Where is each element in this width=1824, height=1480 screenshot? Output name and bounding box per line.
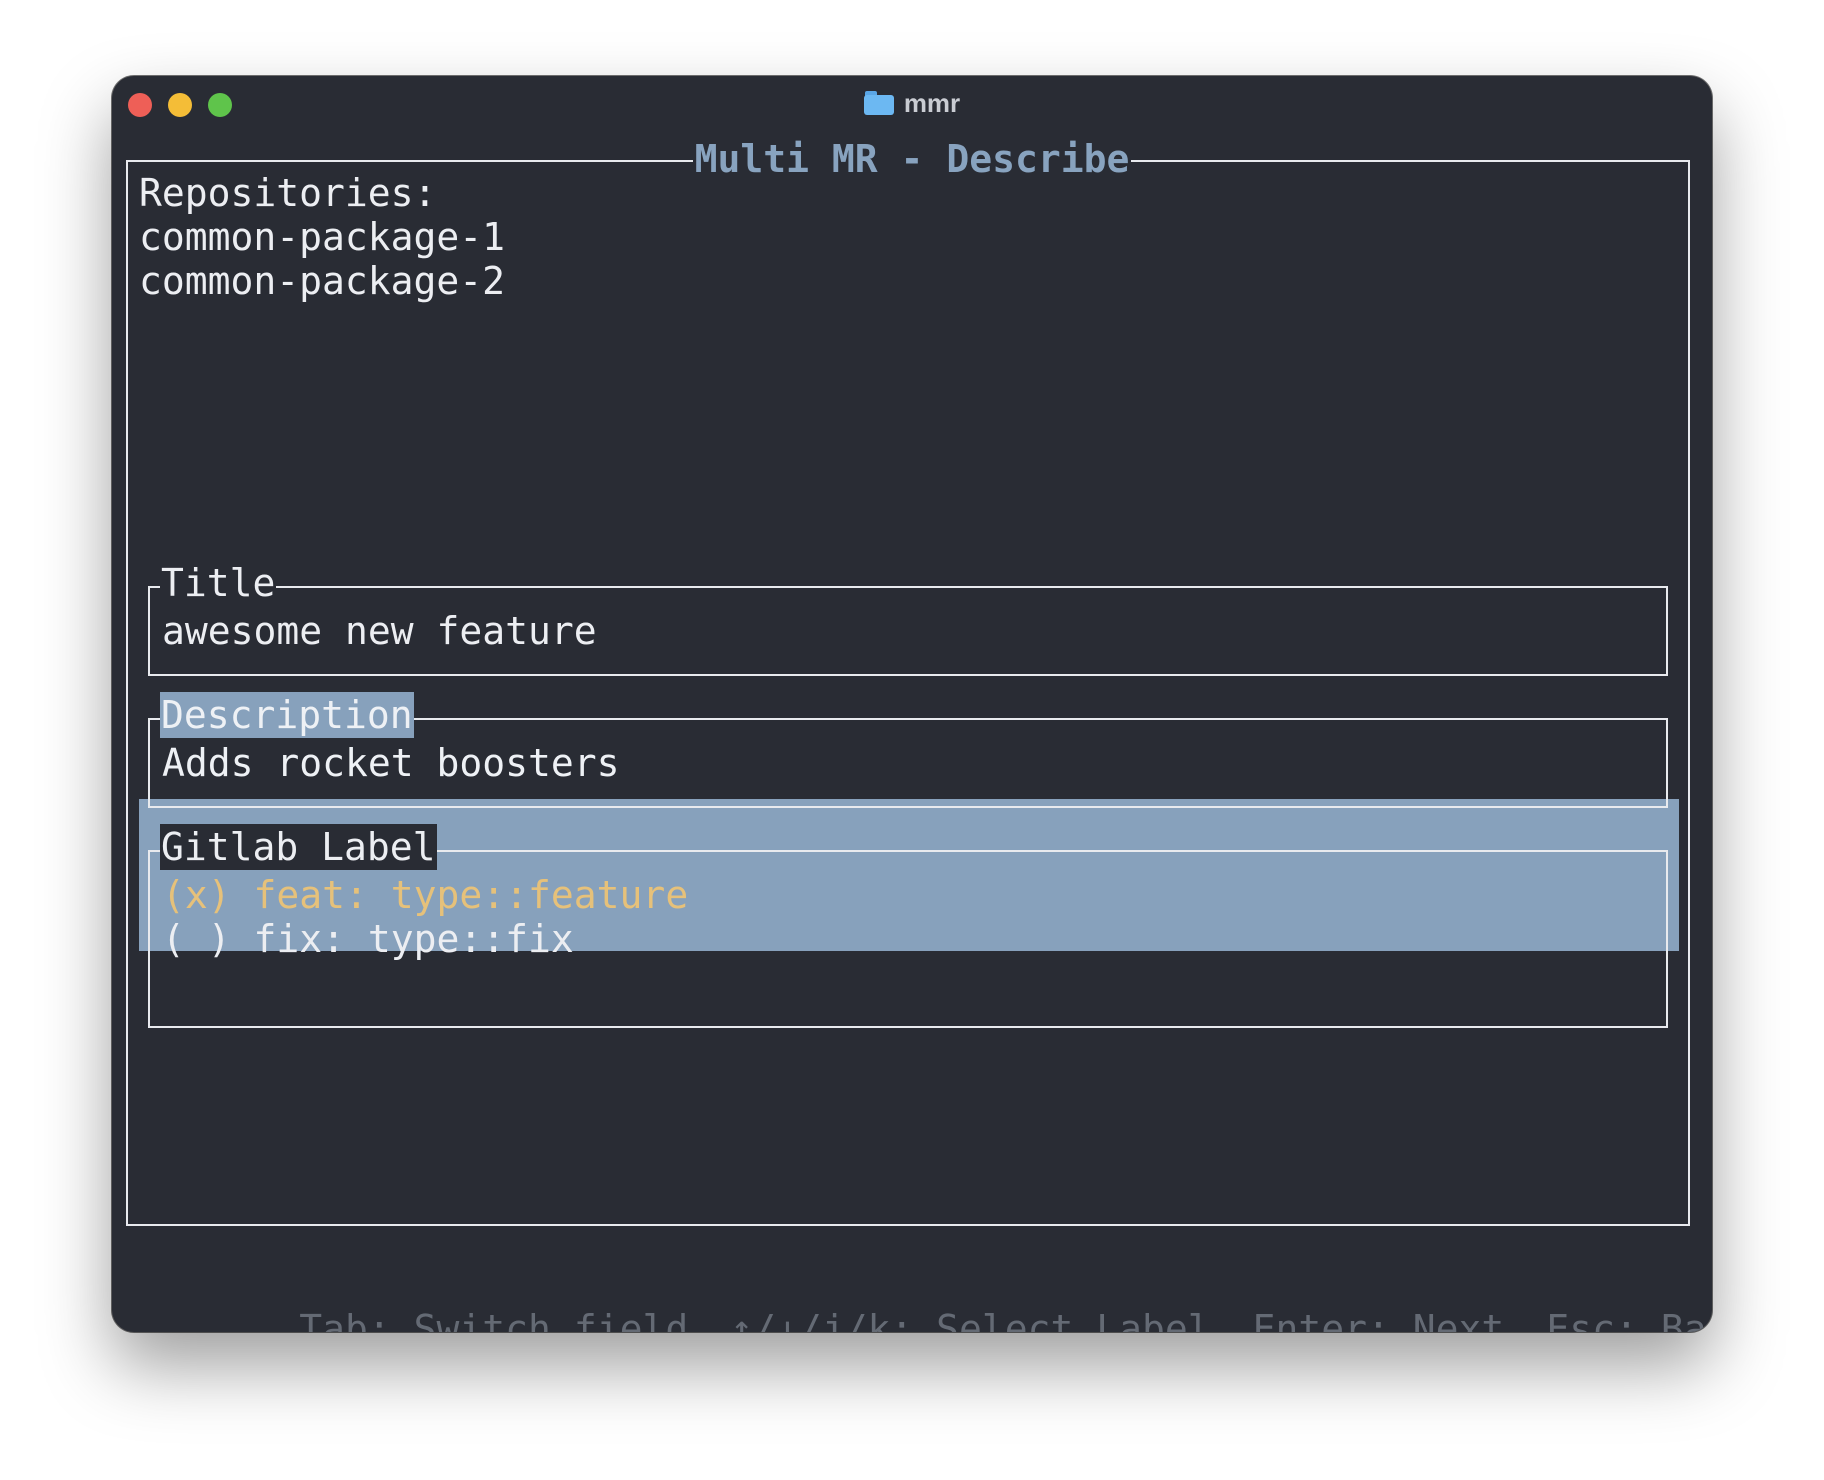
repository-item: common-package-2 (139, 259, 506, 303)
description-input[interactable]: Adds rocket boosters (162, 740, 620, 786)
title-field[interactable]: Title awesome new feature (148, 560, 1668, 676)
hint-next: Enter: Next (1252, 1307, 1505, 1332)
title-input[interactable]: awesome new feature (162, 608, 597, 654)
label-option[interactable]: ( ) fix: type::fix (162, 916, 574, 962)
description-field-label: Description (160, 692, 414, 738)
keybinding-hints: Tab: Switch field ↑/↓/j/k: Select Label En… (162, 1260, 1712, 1332)
folder-icon (863, 91, 894, 115)
title-field-label: Title (160, 560, 277, 606)
gitlab-label-field[interactable]: Gitlab Label (x) feat: type::feature ( )… (148, 824, 1668, 1028)
hint-back: Esc: Back (1546, 1307, 1712, 1332)
screen: mmr Multi MR - Describe Repositories: co… (0, 0, 1824, 1480)
gitlab-label-field-label: Gitlab Label (160, 824, 437, 870)
repository-item: common-package-1 (139, 215, 506, 259)
window-title-text: mmr (903, 87, 961, 118)
repositories-heading: Repositories: (139, 171, 437, 215)
description-field[interactable]: Description Adds rocket boosters (148, 692, 1668, 808)
label-option-selected[interactable]: (x) feat: type::feature (162, 872, 688, 918)
title-bar: mmr (112, 76, 1712, 128)
hint-select-label: ↑/↓/j/k: Select Label (730, 1307, 1211, 1332)
hint-switch-field: Tab: Switch field (299, 1307, 689, 1332)
terminal-window: mmr Multi MR - Describe Repositories: co… (112, 76, 1712, 1332)
window-title: mmr (112, 88, 1712, 118)
